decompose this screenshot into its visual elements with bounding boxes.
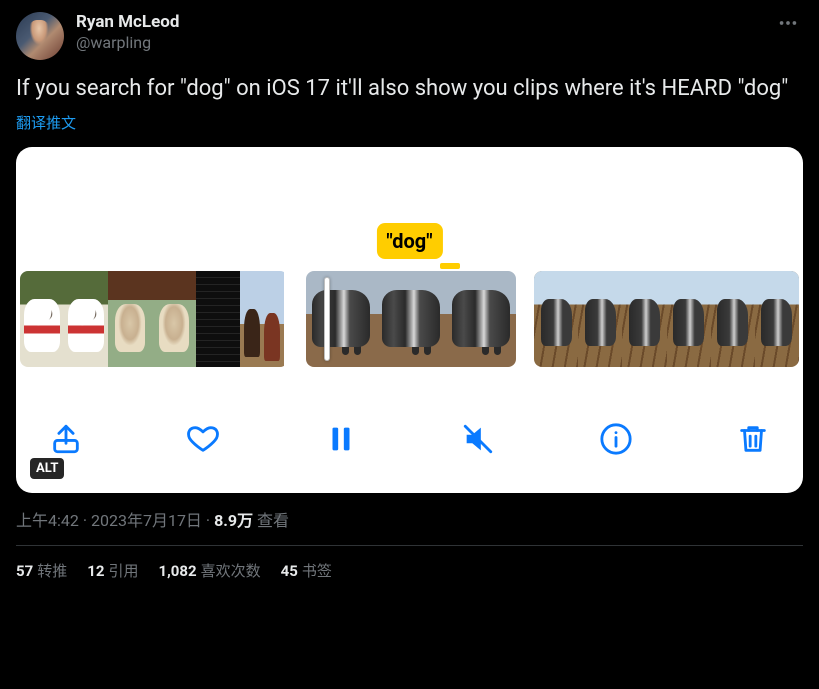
clip-frame <box>446 271 516 367</box>
more-icon <box>777 12 799 34</box>
clip-frame <box>152 271 196 367</box>
views-count: 8.9万 <box>214 511 253 530</box>
views-label: 查看 <box>253 511 289 530</box>
tweet-header: Ryan McLeod @warpling <box>16 12 803 60</box>
retweets-stat[interactable]: 57转推 <box>16 560 67 581</box>
heart-icon <box>186 422 220 456</box>
clip-frame <box>622 271 666 367</box>
likes-stat[interactable]: 1,082喜欢次数 <box>158 560 260 581</box>
clip-frame <box>376 271 446 367</box>
clip-group-3[interactable] <box>534 271 799 367</box>
tweet-meta: 上午4:42 · 2023年7月17日 · 8.9万 查看 <box>16 507 803 531</box>
clip-group-1[interactable] <box>20 271 288 367</box>
timeline-match-marker <box>440 263 460 269</box>
clip-frame <box>306 271 376 367</box>
author-handle: @warpling <box>76 33 179 53</box>
clip-frame <box>534 271 578 367</box>
like-button[interactable] <box>181 417 225 461</box>
delete-button[interactable] <box>731 417 775 461</box>
tweet-date[interactable]: 2023年7月17日 <box>91 511 202 530</box>
more-options-button[interactable] <box>773 12 803 39</box>
info-icon <box>599 422 633 456</box>
speaker-muted-icon <box>461 422 495 456</box>
media-attachment[interactable]: "dog" <box>16 147 803 493</box>
clip-frame <box>667 271 711 367</box>
clip-group-2[interactable] <box>306 271 516 367</box>
trash-icon <box>736 422 770 456</box>
info-button[interactable] <box>594 417 638 461</box>
clip-frame <box>196 271 240 367</box>
clip-frame <box>755 271 799 367</box>
search-tag: "dog" <box>376 223 442 259</box>
clip-frame <box>578 271 622 367</box>
share-icon <box>49 422 83 456</box>
translate-link[interactable]: 翻译推文 <box>16 112 803 133</box>
bookmarks-stat[interactable]: 45书签 <box>281 560 332 581</box>
tweet-text: If you search for "dog" on iOS 17 it'll … <box>16 74 803 104</box>
author-display-name: Ryan McLeod <box>76 12 179 33</box>
tweet-container: Ryan McLeod @warpling If you search for … <box>0 0 819 581</box>
clip-frame <box>64 271 108 367</box>
clip-frame <box>20 271 64 367</box>
author-names[interactable]: Ryan McLeod @warpling <box>76 12 179 53</box>
clip-frame <box>240 271 284 367</box>
media-toolbar <box>16 403 803 475</box>
tweet-time[interactable]: 上午4:42 <box>16 511 79 530</box>
clip-frame <box>711 271 755 367</box>
avatar[interactable] <box>16 12 64 60</box>
video-timeline <box>16 271 803 367</box>
quotes-stat[interactable]: 12引用 <box>87 560 138 581</box>
share-button[interactable] <box>44 417 88 461</box>
mute-button[interactable] <box>456 417 500 461</box>
clip-frame <box>108 271 152 367</box>
pause-button[interactable] <box>319 417 363 461</box>
pause-icon <box>324 422 358 456</box>
alt-text-badge[interactable]: ALT <box>30 458 64 479</box>
engagement-stats: 57转推 12引用 1,082喜欢次数 45书签 <box>16 546 803 581</box>
